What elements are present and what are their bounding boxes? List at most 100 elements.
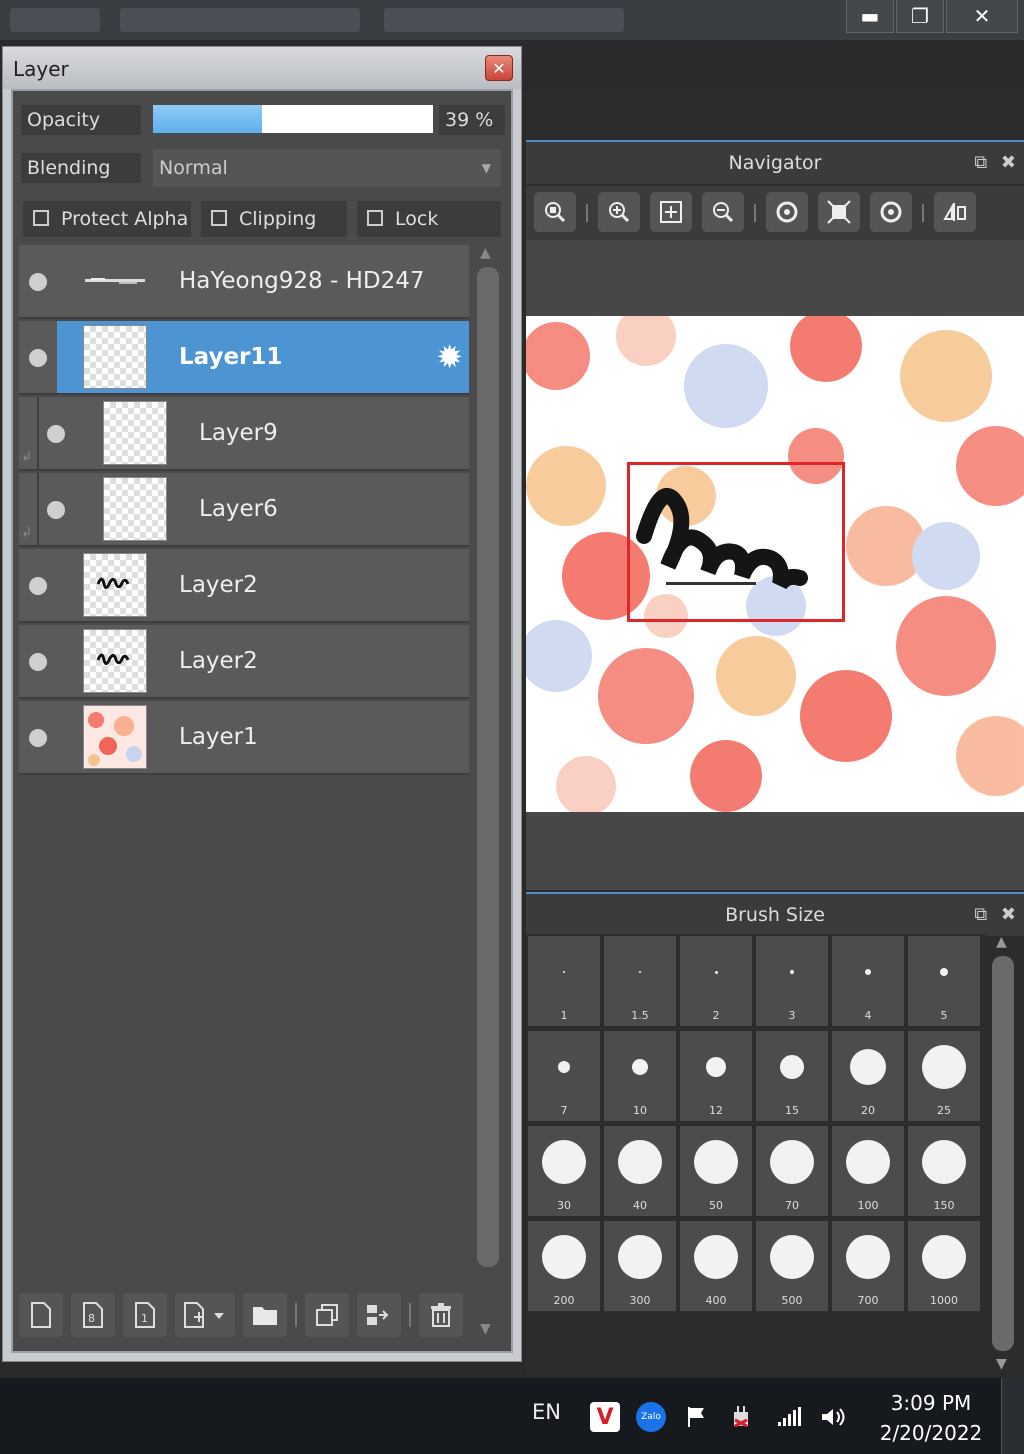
system-clock[interactable]: 3:09 PM 2/20/2022 (876, 1388, 986, 1448)
blending-mode-select[interactable]: Normal ▼ (153, 149, 501, 187)
show-desktop-button[interactable] (1001, 1378, 1024, 1454)
brush-size-label: 200 (553, 1294, 575, 1307)
blurred-tab[interactable] (120, 8, 360, 32)
signal-icon[interactable] (774, 1402, 804, 1432)
merge-down-icon[interactable] (357, 1293, 401, 1337)
scroll-up-icon[interactable]: ▲ (996, 934, 1007, 950)
brush-size-cell[interactable]: 20 (832, 1031, 904, 1121)
scrollbar-thumb[interactable] (477, 267, 499, 1267)
lock-checkbox[interactable]: Lock (357, 201, 501, 237)
folder-icon[interactable] (243, 1293, 287, 1337)
new-layer-icon[interactable] (19, 1293, 63, 1337)
layer-row[interactable]: ↲ Layer9 (19, 397, 469, 471)
layer-row[interactable]: ↲ Layer6 (19, 473, 469, 547)
layer-panel-close-button[interactable]: ✕ (485, 55, 513, 81)
brush-preview-dot (846, 1235, 890, 1279)
brush-size-scrollbar[interactable]: ▲ ▼ (988, 934, 1018, 1374)
brush-size-cell[interactable]: 200 (528, 1221, 600, 1311)
volume-icon[interactable] (818, 1402, 848, 1432)
navigator-header[interactable]: Navigator ⧉ ✖ (526, 140, 1024, 184)
navigator-view[interactable] (526, 240, 1024, 890)
layer-row-selected[interactable]: Layer11 ✹ (57, 321, 469, 395)
new-8bit-layer-icon[interactable]: 8 (71, 1293, 115, 1337)
brush-size-cell[interactable]: 50 (680, 1126, 752, 1216)
brush-size-cell[interactable]: 700 (832, 1221, 904, 1311)
brush-size-cell[interactable]: 40 (604, 1126, 676, 1216)
brush-size-cell[interactable]: 12 (680, 1031, 752, 1121)
language-indicator[interactable]: EN (532, 1400, 561, 1424)
scroll-down-icon[interactable]: ▼ (996, 1356, 1007, 1372)
clipping-checkbox[interactable]: Clipping (201, 201, 347, 237)
visibility-eye-icon[interactable] (29, 653, 47, 671)
visibility-eye-icon[interactable] (29, 349, 47, 367)
brush-preview-dot (618, 1235, 662, 1279)
blurred-tab[interactable] (384, 8, 624, 32)
minimize-button[interactable]: ▬ (846, 0, 894, 33)
opacity-slider[interactable] (153, 105, 433, 133)
brush-size-cell[interactable]: 500 (756, 1221, 828, 1311)
add-layer-menu-icon[interactable] (175, 1293, 235, 1337)
visibility-eye-icon[interactable] (29, 273, 47, 291)
brush-size-cell[interactable]: 10 (604, 1031, 676, 1121)
protect-alpha-checkbox[interactable]: Protect Alpha (23, 201, 191, 237)
scroll-up-icon[interactable]: ▲ (480, 245, 491, 261)
brush-size-cell[interactable]: 2 (680, 936, 752, 1026)
layer-row[interactable]: Layer2 (19, 549, 469, 623)
close-icon[interactable]: ✖ (1001, 904, 1016, 925)
fit-window-icon[interactable] (650, 192, 692, 232)
visibility-eye-icon[interactable] (47, 425, 65, 443)
brush-size-cell[interactable]: 5 (908, 936, 980, 1026)
visibility-eye-icon[interactable] (29, 729, 47, 747)
zalo-icon[interactable]: Zalo (636, 1402, 666, 1432)
brush-size-cell[interactable]: 70 (756, 1126, 828, 1216)
visibility-eye-icon[interactable] (47, 501, 65, 519)
brush-size-cell[interactable]: 100 (832, 1126, 904, 1216)
brush-size-cell[interactable]: 400 (680, 1221, 752, 1311)
scrollbar-thumb[interactable] (992, 956, 1014, 1351)
brush-size-cell[interactable]: 150 (908, 1126, 980, 1216)
blurred-tab[interactable] (10, 8, 100, 32)
reset-view-icon[interactable] (818, 192, 860, 232)
layer-panel-body: Opacity 39 % Blending Normal ▼ Protect A… (11, 89, 513, 1353)
visibility-eye-icon[interactable] (29, 577, 47, 595)
gear-icon[interactable]: ✹ (436, 341, 463, 373)
canvas-preview[interactable] (526, 316, 1024, 812)
layer-panel-titlebar[interactable]: Layer ✕ (3, 47, 521, 89)
layer-panel: Layer ✕ Opacity 39 % Blending Normal ▼ P… (2, 46, 522, 1362)
close-icon[interactable]: ✖ (1001, 152, 1016, 173)
clock-time: 3:09 PM (890, 1391, 972, 1415)
brush-size-cell[interactable]: 25 (908, 1031, 980, 1121)
brush-size-cell[interactable]: 1000 (908, 1221, 980, 1311)
layer-row[interactable]: Layer2 (19, 625, 469, 699)
maximize-button[interactable]: ❐ (896, 0, 944, 33)
zoom-in-icon[interactable] (598, 192, 640, 232)
window-close-button[interactable]: ✕ (946, 0, 1018, 33)
power-icon[interactable] (726, 1402, 756, 1432)
brush-size-cell[interactable]: 4 (832, 936, 904, 1026)
navigator-view-rectangle[interactable] (627, 462, 845, 622)
brush-size-cell[interactable]: 1.5 (604, 936, 676, 1026)
popout-icon[interactable]: ⧉ (974, 152, 987, 173)
layer-list-scrollbar[interactable]: ▲ ▼ (473, 245, 503, 1341)
rotate-right-icon[interactable] (870, 192, 912, 232)
brush-size-cell[interactable]: 30 (528, 1126, 600, 1216)
new-1bit-layer-icon[interactable]: 1 (123, 1293, 167, 1337)
layer-row[interactable]: Layer1 (19, 701, 469, 775)
brush-size-cell[interactable]: 7 (528, 1031, 600, 1121)
brush-size-cell[interactable]: 300 (604, 1221, 676, 1311)
layer-row[interactable]: HaYeong928 - HD247 (19, 245, 469, 319)
flip-icon[interactable] (934, 192, 976, 232)
zoom-out-icon[interactable] (702, 192, 744, 232)
brush-size-cell[interactable]: 3 (756, 936, 828, 1026)
brush-preview-dot (694, 1235, 738, 1279)
brush-size-header[interactable]: Brush Size ⧉ ✖ (526, 892, 1024, 936)
zoom-fit-icon[interactable] (534, 192, 576, 232)
delete-layer-icon[interactable] (419, 1293, 463, 1337)
vivaldi-icon[interactable]: V (590, 1402, 620, 1432)
popout-icon[interactable]: ⧉ (974, 904, 987, 925)
rotate-left-icon[interactable] (766, 192, 808, 232)
brush-size-cell[interactable]: 15 (756, 1031, 828, 1121)
duplicate-layer-icon[interactable] (305, 1293, 349, 1337)
brush-size-cell[interactable]: 1 (528, 936, 600, 1026)
flag-icon[interactable] (682, 1402, 712, 1432)
